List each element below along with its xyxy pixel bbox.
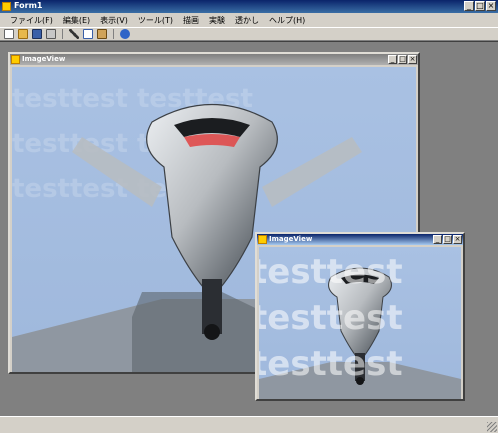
window-icon (258, 235, 267, 244)
title-bar[interactable]: Form1 _ □ × (0, 0, 498, 13)
open-icon[interactable] (18, 29, 28, 39)
imageview-title-bar[interactable]: ImageView _ □ × (257, 234, 463, 245)
toolbar-separator (113, 29, 114, 39)
imageview-title: ImageView (22, 55, 66, 63)
menu-watermark[interactable]: 透かし (235, 15, 259, 26)
save-icon[interactable] (32, 29, 42, 39)
menu-file[interactable]: ファイル(F) (10, 15, 53, 26)
toolbar-separator (62, 29, 63, 39)
menu-help[interactable]: ヘルプ(H) (269, 15, 305, 26)
close-button[interactable]: × (486, 1, 496, 11)
cut-icon[interactable] (69, 29, 79, 39)
paste-icon[interactable] (97, 29, 107, 39)
imageview-maximize-button[interactable]: □ (398, 55, 407, 64)
imageview-minimize-button[interactable]: _ (433, 235, 442, 244)
copy-icon[interactable] (83, 29, 93, 39)
mdi-client-area: ImageView _ □ × testtest testtest testte… (0, 41, 498, 416)
imageview-window-front[interactable]: ImageView _ □ × testtest testtest testte… (255, 232, 465, 401)
imageview-minimize-button[interactable]: _ (388, 55, 397, 64)
watermark-text: testtest (259, 252, 403, 292)
resize-grip[interactable] (487, 422, 497, 432)
imageview-close-button[interactable]: × (408, 55, 417, 64)
menu-draw[interactable]: 描画 (183, 15, 199, 26)
airplane-watermark-image-graphic: testtest testtest testtest (259, 247, 461, 399)
imageview-title: ImageView (269, 235, 313, 243)
menu-bar: ファイル(F) 編集(E) 表示(V) ツール(T) 描画 実験 透かし ヘルプ… (0, 13, 498, 27)
airplane-watermark-image: testtest testtest testtest (259, 247, 461, 399)
main-window: Form1 _ □ × ファイル(F) 編集(E) 表示(V) ツール(T) 描… (0, 0, 498, 433)
status-bar (0, 416, 498, 433)
imageview-maximize-button[interactable]: □ (443, 235, 452, 244)
minimize-button[interactable]: _ (464, 1, 474, 11)
watermark-text: testtest (259, 298, 403, 338)
menu-experiment[interactable]: 実験 (209, 15, 225, 26)
app-icon (2, 2, 11, 11)
imageview-close-button[interactable]: × (453, 235, 462, 244)
menu-view[interactable]: 表示(V) (100, 15, 128, 26)
imageview-title-bar[interactable]: ImageView _ □ × (10, 54, 418, 65)
watermark-text: testtest (259, 344, 403, 384)
maximize-button[interactable]: □ (475, 1, 485, 11)
window-icon (11, 55, 20, 64)
new-icon[interactable] (4, 29, 14, 39)
menu-tools[interactable]: ツール(T) (138, 15, 173, 26)
menu-edit[interactable]: 編集(E) (63, 15, 90, 26)
print-icon[interactable] (46, 29, 56, 39)
window-title: Form1 (14, 1, 43, 10)
help-icon[interactable] (120, 29, 130, 39)
toolbar (0, 27, 498, 41)
